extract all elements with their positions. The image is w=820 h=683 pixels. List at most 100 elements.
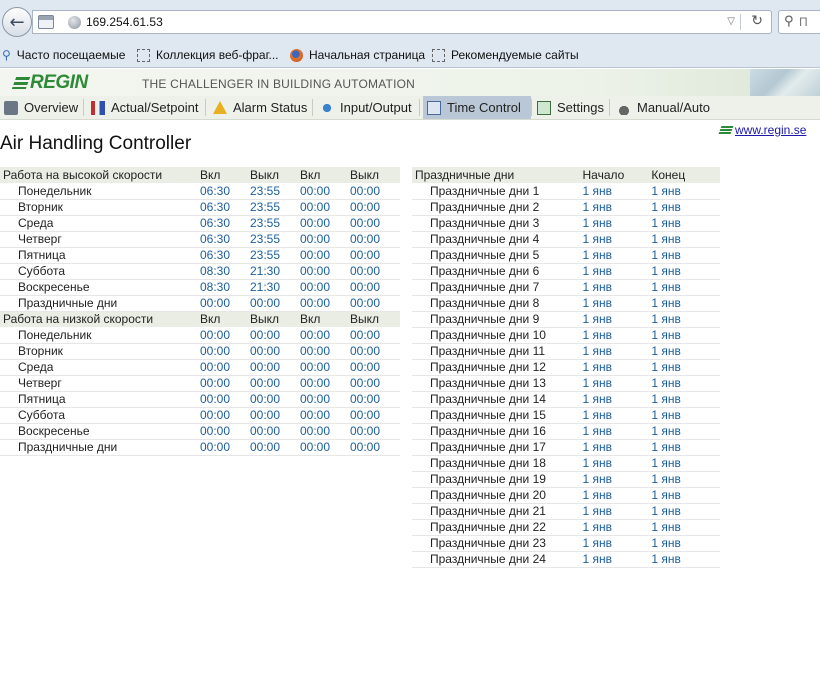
tab-groups-icon[interactable] — [38, 15, 54, 29]
time-value[interactable]: 06:30 — [200, 247, 250, 264]
date-value[interactable]: 1 янв — [582, 215, 652, 232]
regin-website-link[interactable]: www.regin.se — [718, 123, 806, 137]
time-value[interactable]: 00:00 — [350, 295, 400, 312]
time-value[interactable]: 00:00 — [300, 199, 350, 216]
date-value[interactable]: 1 янв — [582, 343, 652, 360]
time-value[interactable]: 00:00 — [350, 215, 400, 232]
time-value[interactable]: 00:00 — [350, 231, 400, 248]
tab-alarm-status[interactable]: Alarm Status — [209, 96, 311, 119]
bookmark-web-slices[interactable]: Коллекция веб-фраг... — [137, 48, 279, 62]
time-value[interactable]: 00:00 — [350, 183, 400, 200]
date-value[interactable]: 1 янв — [651, 455, 720, 472]
tab-overview[interactable]: Overview — [0, 96, 82, 119]
date-value[interactable]: 1 янв — [651, 327, 720, 344]
time-value[interactable]: 00:00 — [200, 359, 250, 376]
time-value[interactable]: 00:00 — [300, 439, 350, 456]
time-value[interactable]: 00:00 — [250, 391, 300, 408]
date-value[interactable]: 1 янв — [651, 471, 720, 488]
time-value[interactable]: 21:30 — [250, 263, 300, 280]
date-value[interactable]: 1 янв — [582, 231, 652, 248]
time-value[interactable]: 00:00 — [350, 199, 400, 216]
bookmark-most-visited[interactable]: ⚲ Часто посещаемые — [2, 48, 125, 62]
time-value[interactable]: 00:00 — [300, 295, 350, 312]
date-value[interactable]: 1 янв — [582, 471, 652, 488]
date-value[interactable]: 1 янв — [651, 407, 720, 424]
time-value[interactable]: 06:30 — [200, 231, 250, 248]
date-value[interactable]: 1 янв — [651, 199, 720, 216]
tab-actual-setpoint[interactable]: Actual/Setpoint — [87, 96, 202, 119]
time-value[interactable]: 00:00 — [350, 375, 400, 392]
time-value[interactable]: 00:00 — [250, 343, 300, 360]
date-value[interactable]: 1 янв — [582, 391, 652, 408]
time-value[interactable]: 23:55 — [250, 199, 300, 216]
date-value[interactable]: 1 янв — [651, 183, 720, 200]
time-value[interactable]: 08:30 — [200, 279, 250, 296]
site-identity-icon[interactable] — [68, 16, 81, 29]
date-value[interactable]: 1 янв — [582, 455, 652, 472]
time-value[interactable]: 00:00 — [350, 343, 400, 360]
date-value[interactable]: 1 янв — [651, 343, 720, 360]
back-button[interactable]: ← — [2, 7, 32, 37]
time-value[interactable]: 00:00 — [300, 183, 350, 200]
date-value[interactable]: 1 янв — [651, 279, 720, 296]
tab-settings[interactable]: Settings — [533, 96, 608, 119]
link-text[interactable]: www.regin.se — [735, 123, 806, 137]
time-value[interactable]: 06:30 — [200, 215, 250, 232]
time-value[interactable]: 00:00 — [250, 327, 300, 344]
date-value[interactable]: 1 янв — [651, 247, 720, 264]
date-value[interactable]: 1 янв — [651, 295, 720, 312]
date-value[interactable]: 1 янв — [582, 519, 652, 536]
time-value[interactable]: 06:30 — [200, 199, 250, 216]
time-value[interactable]: 00:00 — [350, 279, 400, 296]
time-value[interactable]: 00:00 — [250, 359, 300, 376]
url-history-dropdown-icon[interactable]: ▽ — [727, 16, 735, 27]
time-value[interactable]: 00:00 — [300, 359, 350, 376]
time-value[interactable]: 00:00 — [300, 247, 350, 264]
time-value[interactable]: 00:00 — [250, 439, 300, 456]
date-value[interactable]: 1 янв — [651, 503, 720, 520]
date-value[interactable]: 1 янв — [582, 295, 652, 312]
time-value[interactable]: 00:00 — [200, 343, 250, 360]
date-value[interactable]: 1 янв — [651, 359, 720, 376]
time-value[interactable]: 21:30 — [250, 279, 300, 296]
date-value[interactable]: 1 янв — [582, 311, 652, 328]
tab-input-output[interactable]: Input/Output — [316, 96, 416, 119]
time-value[interactable]: 23:55 — [250, 183, 300, 200]
time-value[interactable]: 23:55 — [250, 215, 300, 232]
time-value[interactable]: 00:00 — [350, 423, 400, 440]
time-value[interactable]: 00:00 — [300, 423, 350, 440]
time-value[interactable]: 06:30 — [200, 183, 250, 200]
time-value[interactable]: 00:00 — [200, 295, 250, 312]
time-value[interactable]: 08:30 — [200, 263, 250, 280]
date-value[interactable]: 1 янв — [651, 231, 720, 248]
time-value[interactable]: 00:00 — [200, 391, 250, 408]
tab-time-control[interactable]: Time Control — [423, 96, 531, 119]
time-value[interactable]: 00:00 — [200, 375, 250, 392]
date-value[interactable]: 1 янв — [582, 439, 652, 456]
time-value[interactable]: 00:00 — [300, 279, 350, 296]
time-value[interactable]: 00:00 — [300, 391, 350, 408]
time-value[interactable]: 00:00 — [200, 423, 250, 440]
time-value[interactable]: 00:00 — [300, 343, 350, 360]
date-value[interactable]: 1 янв — [651, 423, 720, 440]
bookmark-suggested-sites[interactable]: Рекомендуемые сайты — [432, 48, 579, 62]
date-value[interactable]: 1 янв — [582, 503, 652, 520]
date-value[interactable]: 1 янв — [582, 535, 652, 552]
address-bar[interactable]: 169.254.61.53 ▽ ↻ — [32, 10, 772, 34]
date-value[interactable]: 1 янв — [582, 407, 652, 424]
date-value[interactable]: 1 янв — [651, 519, 720, 536]
time-value[interactable]: 00:00 — [300, 231, 350, 248]
date-value[interactable]: 1 янв — [651, 375, 720, 392]
time-value[interactable]: 00:00 — [350, 263, 400, 280]
time-value[interactable]: 00:00 — [250, 423, 300, 440]
date-value[interactable]: 1 янв — [582, 247, 652, 264]
date-value[interactable]: 1 янв — [582, 423, 652, 440]
time-value[interactable]: 00:00 — [300, 215, 350, 232]
date-value[interactable]: 1 янв — [582, 551, 652, 568]
time-value[interactable]: 00:00 — [300, 263, 350, 280]
date-value[interactable]: 1 янв — [651, 311, 720, 328]
time-value[interactable]: 00:00 — [200, 439, 250, 456]
time-value[interactable]: 00:00 — [350, 359, 400, 376]
time-value[interactable]: 00:00 — [250, 375, 300, 392]
time-value[interactable]: 00:00 — [350, 247, 400, 264]
